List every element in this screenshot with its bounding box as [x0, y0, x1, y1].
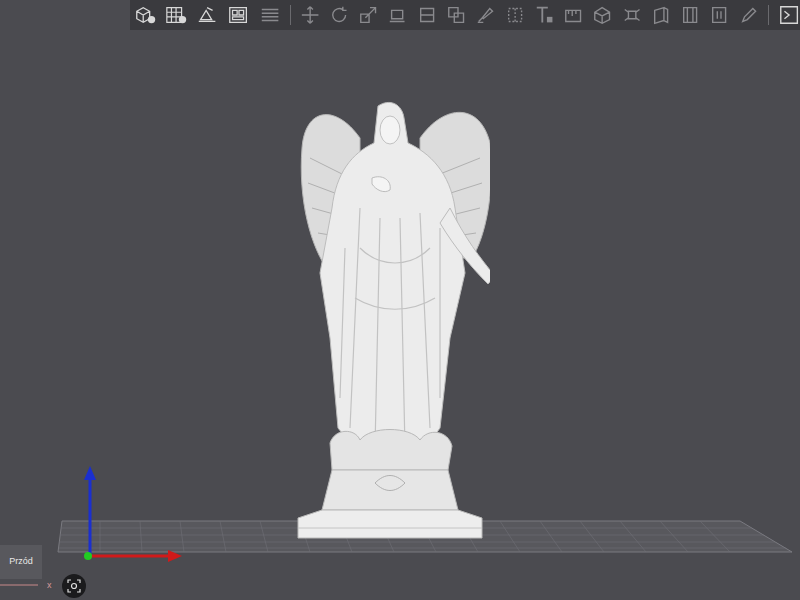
fdm-support-icon[interactable] [651, 4, 671, 26]
orient-icon[interactable] [196, 4, 218, 26]
scale-icon[interactable] [358, 4, 378, 26]
toolbar [130, 0, 800, 30]
variable-layer-icon[interactable] [622, 4, 642, 26]
toolbar-separator [290, 5, 291, 25]
view-label: Przód [9, 555, 33, 569]
cut-icon[interactable] [417, 4, 437, 26]
pen-icon[interactable] [739, 4, 759, 26]
camera-button[interactable] [62, 574, 86, 598]
axis-x-line-icon [0, 580, 42, 590]
assembly-icon[interactable] [592, 4, 612, 26]
support-paint-icon[interactable] [475, 4, 495, 26]
fuzzy-skin-icon[interactable] [709, 4, 729, 26]
slice-panel-icon[interactable] [778, 3, 800, 27]
mesh-boolean-icon[interactable] [446, 4, 466, 26]
brim-ears-icon[interactable] [680, 4, 700, 26]
split-icon[interactable] [259, 4, 281, 26]
add-object-icon[interactable] [134, 4, 156, 26]
camera-focus-icon [67, 579, 81, 593]
toolbar-separator [768, 5, 769, 25]
add-plate-icon[interactable] [165, 4, 187, 26]
move-icon[interactable] [300, 4, 320, 26]
text-tool-icon[interactable] [534, 4, 554, 26]
viewport[interactable]: Przód x [0, 0, 800, 600]
lay-flat-icon[interactable] [387, 4, 407, 26]
measure-icon[interactable] [563, 4, 583, 26]
arrange-icon[interactable] [227, 4, 249, 26]
rotate-icon[interactable] [329, 4, 349, 26]
seam-paint-icon[interactable] [505, 4, 525, 26]
axis-label: x [47, 580, 52, 590]
view-label-box[interactable]: Przód [0, 545, 42, 579]
angel-model[interactable] [290, 98, 490, 543]
axis-gizmo [78, 462, 188, 564]
